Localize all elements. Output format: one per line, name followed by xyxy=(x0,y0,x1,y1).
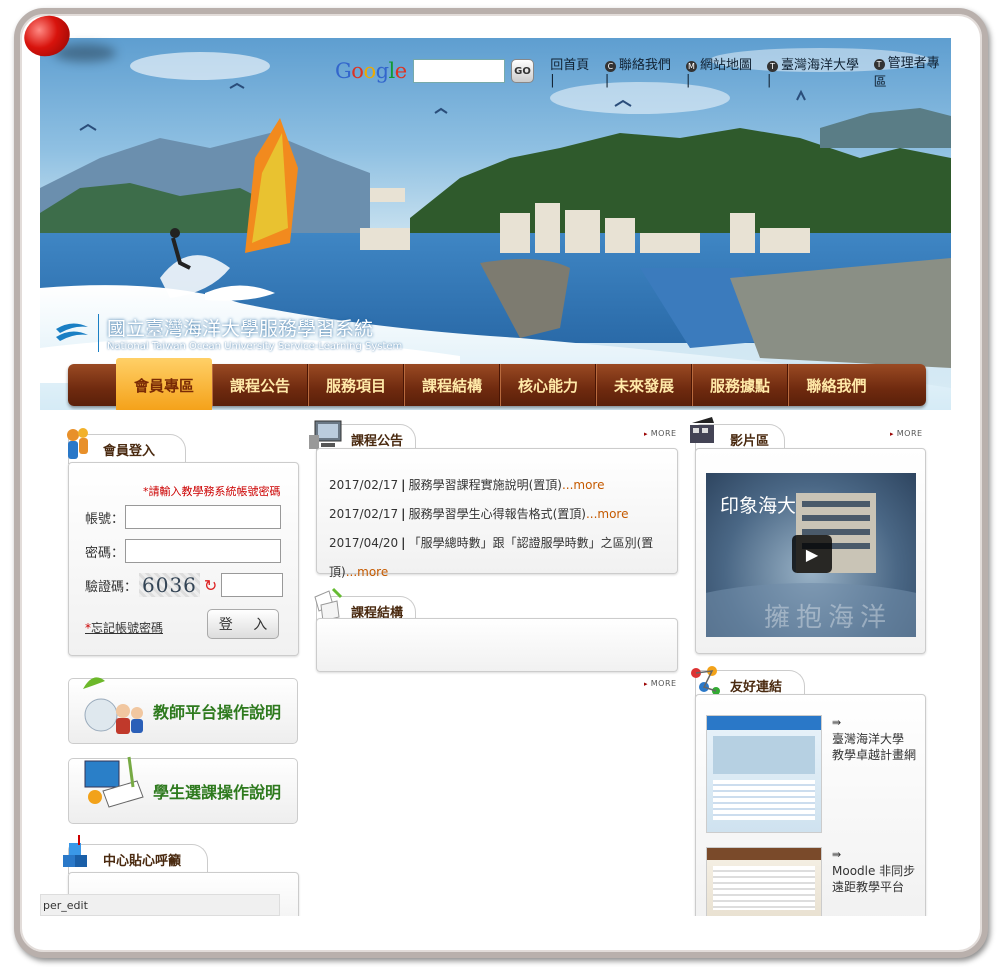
password-input[interactable] xyxy=(125,539,281,563)
captcha-input[interactable] xyxy=(221,573,284,597)
teacher-guide-button[interactable]: 教師平台操作說明 xyxy=(68,677,298,744)
captcha-image: 6036 xyxy=(139,573,200,597)
google-logo: Google xyxy=(335,59,407,83)
structure-more-link[interactable]: MORE xyxy=(644,679,677,688)
wave-logo-icon xyxy=(56,323,88,341)
student-icon xyxy=(84,756,144,808)
video-title: 影片區 xyxy=(730,434,770,449)
nav-contact[interactable]: 聯絡我們 xyxy=(788,364,884,406)
account-label: 帳號： xyxy=(85,511,125,527)
top-link-sitemap[interactable]: M 網站地圖 | xyxy=(685,54,759,88)
refresh-icon[interactable]: ↻ xyxy=(204,576,217,595)
account-row: 帳號： xyxy=(85,505,281,529)
nav-announcements[interactable]: 課程公告 xyxy=(212,364,308,406)
nav-locations[interactable]: 服務據點 xyxy=(692,364,788,406)
blocks-icon xyxy=(63,835,87,867)
top-link-ntou[interactable]: T 臺灣海洋大學 | xyxy=(767,54,866,88)
password-label: 密碼： xyxy=(85,545,125,561)
teacher-icon xyxy=(83,677,143,734)
links-box: ⇛ 臺灣海洋大學 教學卓越計畫網 ⇛ Moodle 非同步 遠距教學平台 xyxy=(695,694,926,916)
link-thumb-excellence[interactable] xyxy=(706,715,822,833)
news-item[interactable]: 2017/02/17 | 服務學習課程實施說明(置頂)...more xyxy=(329,471,677,500)
login-hint: *請輸入教學務系統帳號密碼 xyxy=(143,485,281,498)
nav-competency[interactable]: 核心能力 xyxy=(500,364,596,406)
video-more-link[interactable]: MORE xyxy=(890,429,923,438)
pushpin-icon xyxy=(18,9,116,63)
login-tab: 會員登入 xyxy=(67,428,186,464)
t-bullet-icon: T xyxy=(873,59,885,70)
members-icon xyxy=(67,428,88,459)
harbor-scenery xyxy=(40,48,951,410)
top-link-contact[interactable]: C 聯絡我們 | xyxy=(604,54,678,88)
nav-future[interactable]: 未來發展 xyxy=(596,364,692,406)
center-title: 中心貼心呼籲 xyxy=(103,854,182,869)
link-excellence[interactable]: ⇛ 臺灣海洋大學 教學卓越計畫網 xyxy=(832,715,916,763)
go-button[interactable]: GO xyxy=(510,59,535,83)
announcements-more-link[interactable]: MORE xyxy=(644,429,677,438)
news-item[interactable]: 2017/04/20 | 「服學總時數」跟「認證服學時數」之區別(置頂)...mor… xyxy=(329,529,677,587)
t-bullet-icon: T xyxy=(767,61,779,72)
video-caption: 印象海大 xyxy=(720,495,797,517)
center-tab: 中心貼心呼籲 xyxy=(63,835,208,874)
page: Google GO 回首頁 | C 聯絡我們 | M 網站地圖 | T 臺灣海洋大學 … xyxy=(40,38,951,916)
news-item[interactable]: 2017/02/17 | 服務學習學生心得報告格式(置頂)...more xyxy=(329,500,677,529)
site-title-zh: 國立臺灣海洋大學服務學習系統 xyxy=(107,318,374,340)
m-bullet-icon: M xyxy=(685,61,697,72)
student-guide-button[interactable]: 學生選課操作說明 xyxy=(68,756,298,824)
top-links: 回首頁 | C 聯絡我們 | M 網站地圖 | T 臺灣海洋大學 | T 管理者專區 xyxy=(550,52,951,90)
video-box: 印象海大 ▶ 擁抱海洋 xyxy=(695,448,926,654)
top-link-home[interactable]: 回首頁 | xyxy=(550,54,597,88)
play-icon[interactable]: ▶ xyxy=(792,535,832,573)
links-title: 友好連結 xyxy=(730,680,783,695)
nav-services[interactable]: 服務項目 xyxy=(308,364,404,406)
link-thumb-moodle[interactable] xyxy=(706,847,822,916)
c-bullet-icon: C xyxy=(604,61,616,72)
arrow-icon: ⇛ xyxy=(832,716,842,729)
banner: Google GO 回首頁 | C 聯絡我們 | M 網站地圖 | T 臺灣海洋大學 … xyxy=(40,38,951,410)
nav-structure[interactable]: 課程結構 xyxy=(404,364,500,406)
search-input[interactable] xyxy=(412,59,505,83)
video-watermark: 擁抱海洋 xyxy=(764,603,893,633)
captcha-row: 驗證碼： 6036 ↻ xyxy=(85,573,284,597)
nav-member[interactable]: 會員專區 xyxy=(116,358,212,410)
announcements-box: 2017/02/17 | 服務學習課程實施說明(置頂)...more 2017/02… xyxy=(316,448,678,579)
student-guide-label: 學生選課操作說明 xyxy=(153,783,282,802)
login-button[interactable]: 登 入 xyxy=(207,609,279,639)
site-logo[interactable]: 國立臺灣海洋大學服務學習系統 National Taiwan Ocean Uni… xyxy=(54,314,402,352)
video-player[interactable]: 印象海大 ▶ 擁抱海洋 xyxy=(706,473,916,637)
captcha-label: 驗證碼： xyxy=(85,579,138,595)
status-text: per_edit xyxy=(40,894,280,916)
link-moodle[interactable]: ⇛ Moodle 非同步 遠距教學平台 xyxy=(832,847,915,895)
announcements-title: 課程公告 xyxy=(351,434,404,449)
teacher-guide-label: 教師平台操作說明 xyxy=(153,703,282,722)
forgot-link[interactable]: 忘記帳號密碼 xyxy=(85,619,163,636)
structure-box xyxy=(316,618,678,672)
news-list: 2017/02/17 | 服務學習課程實施說明(置頂)...more 2017/02… xyxy=(329,471,677,587)
main-nav: 會員專區 課程公告 服務項目 課程結構 核心能力 未來發展 服務據點 聯絡我們 xyxy=(68,358,926,410)
arrow-icon: ⇛ xyxy=(832,848,842,861)
search-bar: Google GO 回首頁 | C 聯絡我們 | M 網站地圖 | T 臺灣海洋大學 … xyxy=(335,52,951,90)
site-title-en: National Taiwan Ocean University Service… xyxy=(107,341,403,352)
account-input[interactable] xyxy=(125,505,281,529)
login-title: 會員登入 xyxy=(103,444,156,459)
password-row: 密碼： xyxy=(85,539,281,563)
top-link-admin[interactable]: T 管理者專區 xyxy=(873,52,951,90)
login-box: *請輸入教學務系統帳號密碼 帳號： 密碼： 驗證碼： 6036 ↻ 忘記帳號密碼… xyxy=(68,462,299,656)
